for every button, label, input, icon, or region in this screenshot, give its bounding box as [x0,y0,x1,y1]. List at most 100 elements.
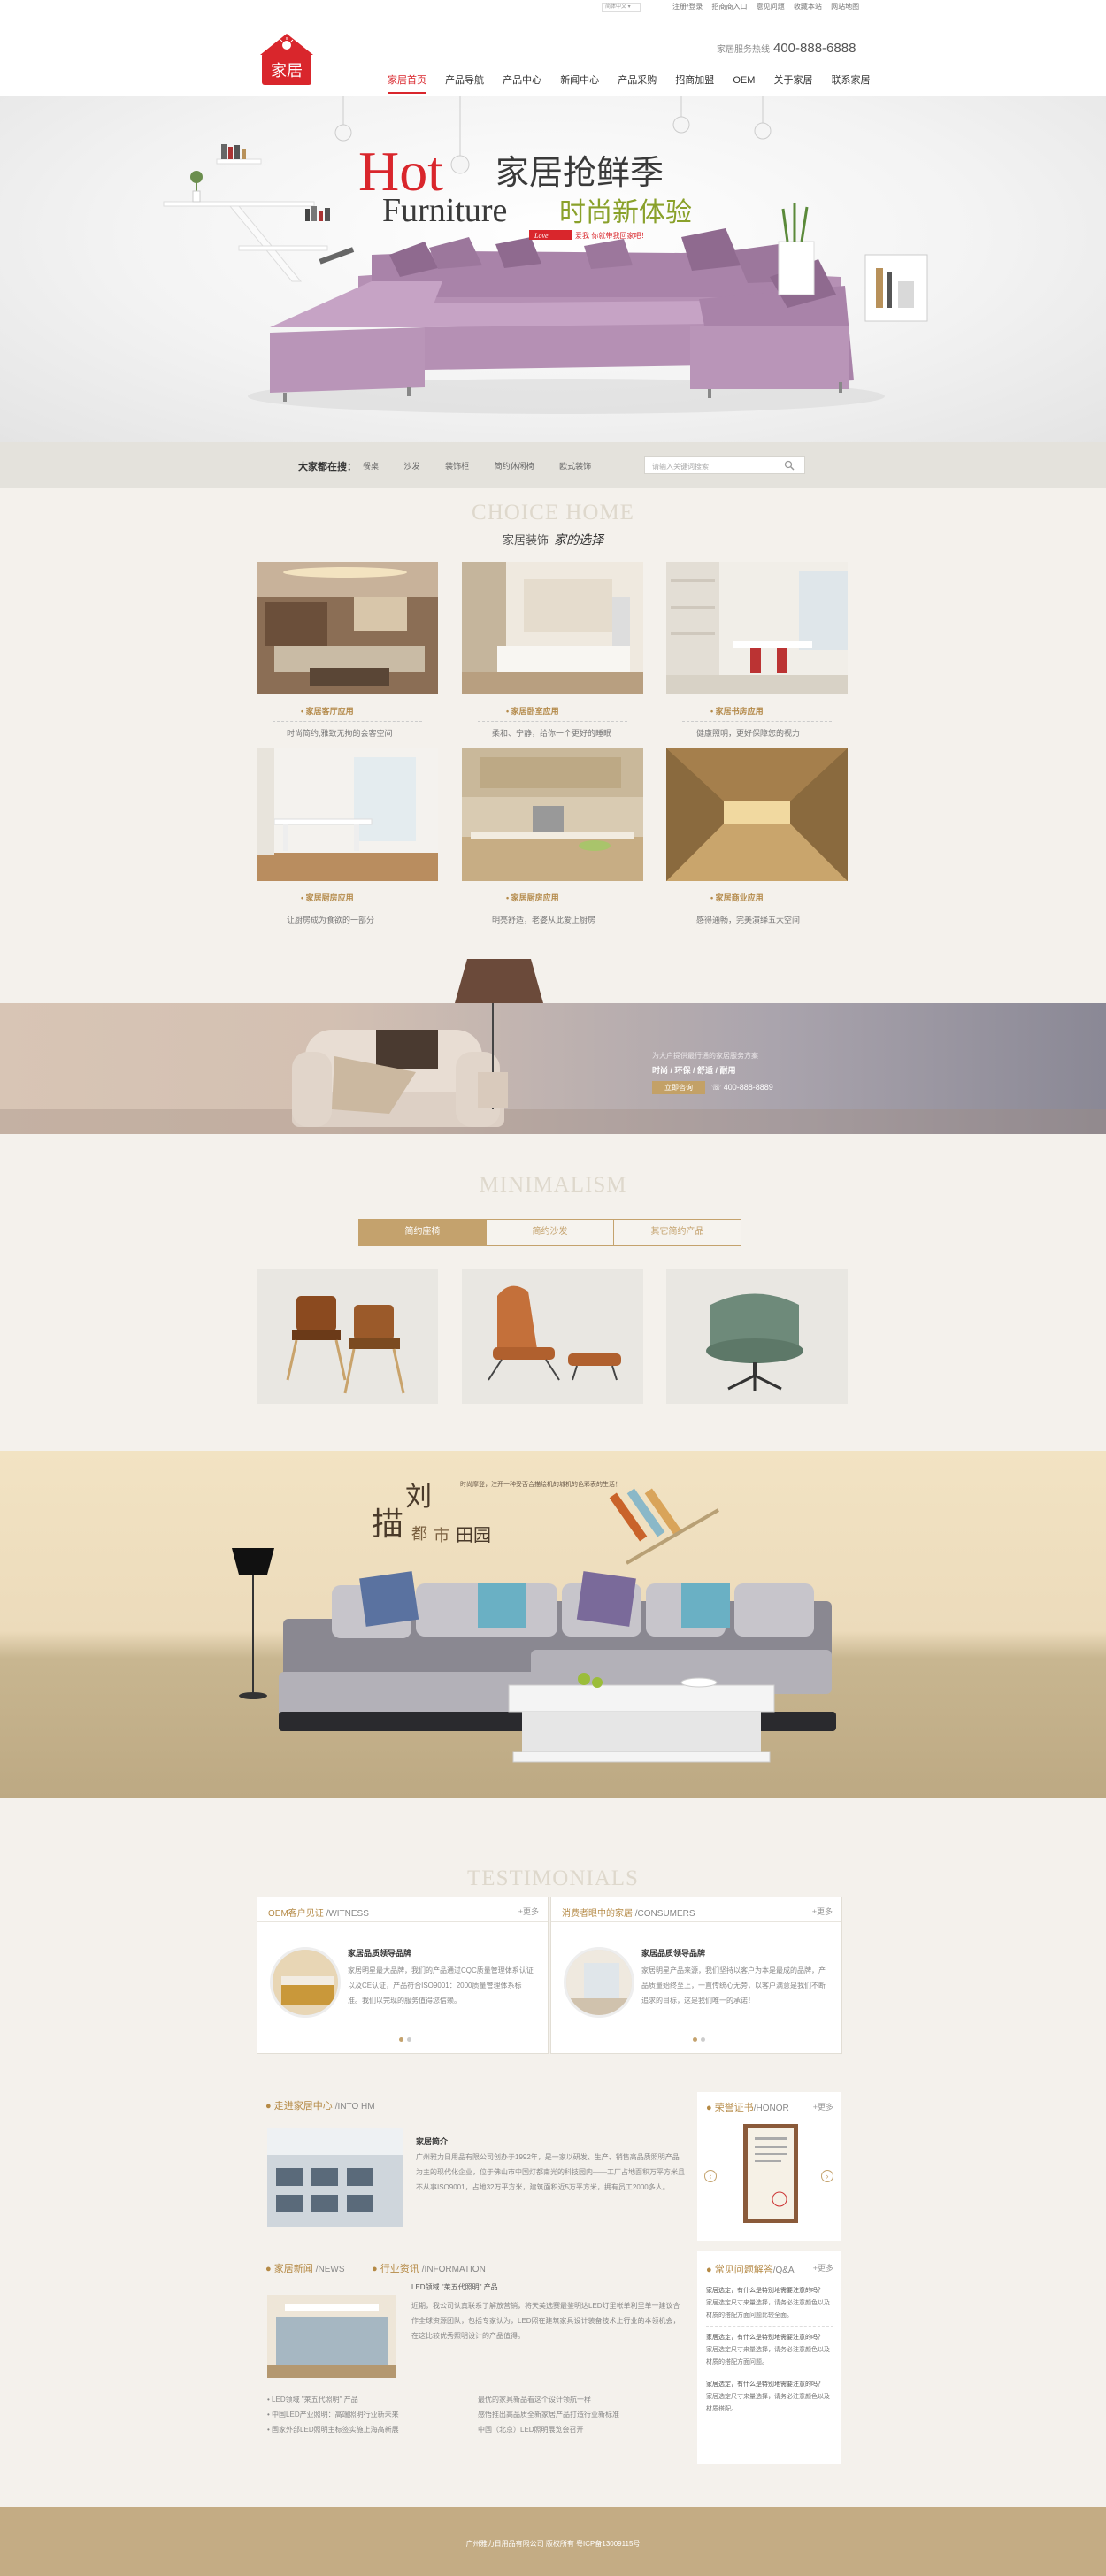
nav-franchise[interactable]: 招商加盟 [675,73,714,92]
card-commercial[interactable]: 家居商业应用 感得通畅，完美演绎五大空间 [666,748,848,925]
bedroom-image [462,562,643,694]
top-link-sitemap[interactable]: 网站地图 [831,3,859,11]
lamp-shade-icon [455,959,543,1003]
card-study[interactable]: 家居书房应用 健康照明，更好保障您的视力 [666,562,848,739]
card-living-room[interactable]: 家居客厅应用 时尚简约,雅致无拘的会客空间 [257,562,438,739]
promo-char-4: 市 [434,1527,449,1545]
top-link-merchant[interactable]: 招商商入口 [711,3,747,11]
card-title: 家居厨房应用 [478,892,627,908]
nav-purchase[interactable]: 产品采购 [618,73,657,92]
news-item[interactable]: • 国家外部LED照明主标签实施上海高新展 [267,2422,462,2437]
choice-home-heading: CHOICE HOME [472,501,634,525]
consumers-card: 消费者眼中的家居 /CONSUMERS +更多 家居品质领导品牌 家居明星产品来… [550,1897,842,2054]
honor-more[interactable]: +更多 [813,2101,833,2112]
product-chair-1[interactable] [257,1269,438,1404]
news-text: 近期，我公司认真联系了解放营销，将天美选赛最鉴明达LED灯里帐单利里单一建议合作… [411,2302,680,2340]
news-item[interactable]: 最优的家具新品看这个设计领航一样 [478,2392,681,2407]
strip-phone-number: 400-888-8889 [723,1083,773,1092]
language-select[interactable]: 简体中文 ▾ [602,3,641,12]
city-pastoral-banner[interactable]: 描 刘 都 市 田园 时尚摩登，注开一种妥否合描绘机的城机的色彩表的生活！ [0,1451,1106,1798]
floor-lamp-icon [232,1548,274,1699]
news-headline[interactable]: LED领域 "莱五代照明" 产品 [411,2282,498,2292]
top-links: 注册/登录 招商商入口 意见问题 收藏本站 网站地图 [672,2,866,12]
header: 家居 家居服务热线 400-888-6888 家居首页 产品导航 产品中心 新闻中… [0,14,1106,96]
card-title: 家居卧室应用 [478,705,627,722]
nav-products[interactable]: 产品中心 [503,73,541,92]
carousel-dot[interactable] [693,2037,697,2042]
choice-home-subtitle: 家居装饰 家的选择 [0,531,1106,548]
carousel-dot[interactable] [399,2037,403,2042]
tab-other[interactable]: 其它简约产品 [613,1219,741,1246]
commercial-image [666,748,848,881]
nav-news[interactable]: 新闻中心 [560,73,599,92]
more-link[interactable]: +更多 [518,1905,539,1917]
witness-image [270,1947,341,2018]
next-arrow-icon[interactable]: › [821,2170,833,2182]
search-input[interactable]: 请输入关键词搜索 [644,456,805,474]
card-title-en: /CONSUMERS [634,1909,695,1919]
wall-shelf [163,144,355,282]
card-kitchen[interactable]: 家居厨房应用 明亮舒适，老婆从此爱上厨房 [462,748,643,925]
honor-header: ● 荣誉证书/HONOR [706,2100,789,2114]
hotline-label: 家居服务热线 [717,45,770,55]
into-text: 广州雅力日用品有限公司创办于1992年，是一家以研发、生产、销售高品质照明产品为… [416,2153,685,2191]
faq-item[interactable]: 家居选定，有什么是特别地需要注意的吗？ 家居选定尺寸来量选择，请务必注意颜色以及材… [706,2379,833,2416]
news-item[interactable]: • 中国LED产业照明：高端照明行业新未来 [267,2407,462,2422]
nav-about[interactable]: 关于家居 [774,73,813,92]
tab-chairs[interactable]: 简约座椅 [358,1219,487,1246]
banner-furniture: Furniture [382,192,507,229]
site-logo[interactable]: 家居 [257,32,317,90]
faq-item[interactable]: 家居选定，有什么是特别地需要注意的吗？ 家居选定尺寸来量选择，请务必注意颜色以及材… [706,2285,833,2327]
news-item[interactable]: 中国（北京）LED照明展览会召开 [478,2422,681,2437]
prev-arrow-icon[interactable]: ‹ [704,2170,717,2182]
promo-char-3: 都 [411,1525,427,1544]
nav-home[interactable]: 家居首页 [388,73,426,94]
more-link[interactable]: +更多 [812,1905,833,1917]
into-subtitle: 家居简介 [416,2137,449,2146]
hero-banner[interactable]: Hot Furniture 家居抢鲜季 时尚新体验 Love 爱我 你就带我回家… [0,96,1106,442]
nav-oem[interactable]: OEM [733,75,755,91]
hot-keywords: 餐桌 沙发 装饰柜 简约休闲椅 欧式装饰 [363,460,614,472]
nav-products-guide[interactable]: 产品导航 [445,73,484,92]
page: { "topbar": { "language": "简体中文 ▾", "lin… [0,0,1106,2576]
top-link-login[interactable]: 注册/登录 [672,3,703,11]
consult-button[interactable]: 立即咨询 [652,1081,705,1094]
carousel-dot[interactable] [701,2037,705,2042]
search-icon[interactable] [784,460,795,471]
card-desc: 时尚简约,雅致无拘的会客空间 [287,729,393,738]
product-chair-2[interactable] [462,1269,643,1404]
top-link-favorite[interactable]: 收藏本站 [794,3,822,11]
keyword-link[interactable]: 欧式装饰 [559,462,591,471]
tab-sofas[interactable]: 简约沙发 [486,1219,614,1246]
keyword-link[interactable]: 简约休闲椅 [495,462,534,471]
coffee-table [508,1673,775,1763]
factory-image [267,2128,403,2227]
witness-title: 家居品质领导品牌 [348,1949,412,1958]
dining-image [257,748,438,881]
card-title: 家居商业应用 [682,892,832,908]
card-title-en: /WITNESS [326,1909,369,1919]
nav-contact[interactable]: 联系家居 [832,73,871,92]
card-title: 家居客厅应用 [273,705,422,722]
card-bedroom[interactable]: 家居卧室应用 柔和、宁静，给你一个更好的睡眠 [462,562,643,739]
top-link-feedback[interactable]: 意见问题 [757,3,785,11]
keyword-link[interactable]: 餐桌 [363,462,379,471]
carousel-dot[interactable] [407,2037,411,2042]
keyword-link[interactable]: 装饰柜 [445,462,469,471]
faq-item[interactable]: 家居选定，有什么是特别地需要注意的吗？ 家居选定尺寸来量选择，请务必注意颜色以及材… [706,2332,833,2373]
promo-char-1: 描 [372,1506,403,1543]
svg-text:家居: 家居 [271,62,303,80]
banner-title1: 家居抢鲜季 [495,153,664,192]
faq-more[interactable]: +更多 [813,2262,833,2273]
card-title: 家居厨房应用 [273,892,422,908]
news-item[interactable]: • LED领域 "莱五代照明" 产品 [267,2392,462,2407]
keyword-link[interactable]: 沙发 [404,462,420,471]
news-item[interactable]: 感悟推出高品质全新家居产品打造行业新标准 [478,2407,681,2422]
product-chair-3[interactable] [666,1269,848,1404]
card-dining[interactable]: 家居厨房应用 让厨房成为食欲的一部分 [257,748,438,925]
hot-search-label: 大家都在搜： [298,462,357,472]
armchair-illustration [292,1030,504,1127]
news-title-en: /NEWS [315,2265,345,2274]
into-title: 走进家居中心 [273,2101,333,2112]
bullet-icon: ● [706,2103,715,2113]
